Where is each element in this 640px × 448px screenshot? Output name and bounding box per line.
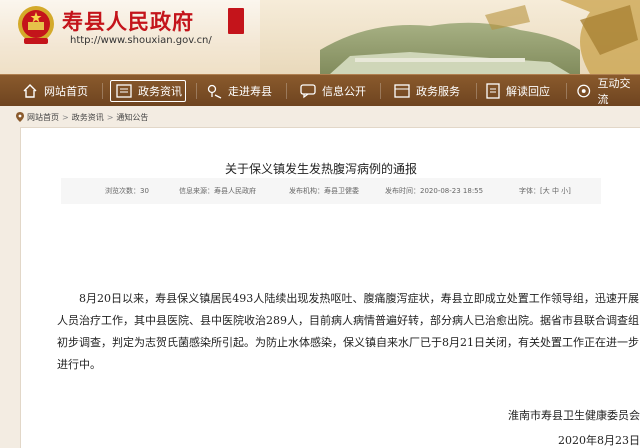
breadcrumb-separator: > — [106, 112, 114, 122]
nav-divider — [102, 83, 103, 99]
home-icon — [23, 84, 37, 98]
site-url[interactable]: http://www.shouxian.gov.cn/ — [70, 35, 212, 46]
nav-item-info[interactable]: 信息公开 — [300, 75, 366, 107]
nav-item-home[interactable]: 网站首页 — [22, 75, 88, 107]
header-banner: 寿县人民政府 http://www.shouxian.gov.cn/ — [0, 0, 640, 74]
seal-stamp — [228, 8, 244, 34]
services-icon — [394, 84, 410, 98]
banner-landscape-image — [260, 0, 640, 74]
article-meta-bar: 浏览次数：30 信息来源：寿县人民政府 发布机构：寿县卫健委 发布时间：2020… — [61, 178, 601, 204]
nav-item-label: 走进寿县 — [228, 85, 272, 98]
nav-divider — [196, 83, 197, 99]
document-icon — [486, 83, 500, 99]
nav-divider — [476, 83, 477, 99]
interact-icon — [577, 84, 591, 98]
nav-item-label: 网站首页 — [44, 85, 88, 98]
nav-item-interpret[interactable]: 解读回应 — [486, 75, 550, 107]
active-tab-outline — [110, 80, 186, 102]
publisher: 发布机构：寿县卫健委 — [289, 187, 359, 195]
breadcrumb-home-link[interactable]: 网站首页 — [27, 112, 59, 123]
info-source: 信息来源：寿县人民政府 — [179, 187, 256, 195]
font-size-switcher[interactable]: 字体：[大 中 小] — [519, 186, 571, 196]
breadcrumb-separator: > — [62, 112, 69, 122]
article-paragraph: 8月20日以来，寿县保义镇居民493人陆续出现发热呕吐、腹痛腹泻症状，寿县立即成… — [57, 292, 639, 371]
nav-divider — [566, 83, 567, 99]
main-nav: 网站首页 政务资讯 走进寿县 信息公开 政务服务 解读回应 互动交流 — [0, 74, 640, 106]
site-title[interactable]: 寿县人民政府 — [62, 6, 194, 36]
article-panel: 关于保义镇发生发热腹泻病例的通报 浏览次数：30 信息来源：寿县人民政府 发布机… — [20, 127, 640, 448]
article-body: 8月20日以来，寿县保义镇居民493人陆续出现发热呕吐、腹痛腹泻症状，寿县立即成… — [57, 288, 639, 376]
nav-item-interact[interactable]: 互动交流 — [576, 75, 640, 107]
nav-item-label: 解读回应 — [506, 85, 550, 98]
nav-divider — [380, 83, 381, 99]
breadcrumb: 网站首页 > 政务资讯 > 通知公告 — [16, 111, 148, 123]
article-sign-date: 2020年8月23日 — [558, 434, 640, 447]
nav-item-label: 互动交流 — [597, 77, 631, 106]
chat-icon — [300, 84, 316, 99]
views-count: 浏览次数：30 — [105, 187, 149, 195]
nav-item-about[interactable]: 走进寿县 — [206, 75, 272, 107]
nav-divider — [286, 83, 287, 99]
nav-item-services[interactable]: 政务服务 — [394, 75, 460, 107]
breadcrumb-news-link[interactable]: 政务资讯 — [72, 112, 104, 123]
breadcrumb-notice-link[interactable]: 通知公告 — [116, 112, 148, 123]
map-pin-icon — [207, 84, 222, 99]
article-signature: 淮南市寿县卫生健康委员会 — [508, 409, 640, 422]
national-emblem-icon — [18, 6, 54, 44]
article-title: 关于保义镇发生发热腹泻病例的通报 — [224, 162, 417, 176]
publish-date: 发布时间：2020-08-23 18:55 — [385, 187, 484, 195]
nav-item-label: 信息公开 — [322, 85, 366, 98]
location-pin-icon — [16, 112, 24, 122]
nav-item-label: 政务服务 — [416, 85, 460, 98]
nav-item-news[interactable]: 政务资讯 — [110, 75, 186, 107]
